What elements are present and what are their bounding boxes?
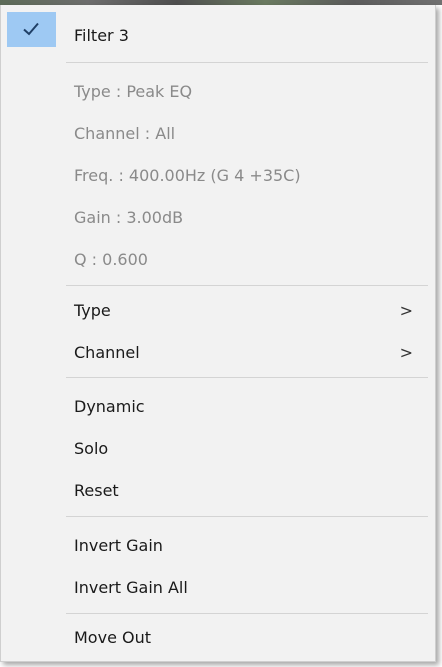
- menu-item-channel[interactable]: Channel >: [1, 334, 435, 372]
- menu-item-move-out[interactable]: Move Out: [1, 619, 435, 657]
- menu-item-label: Move Out: [74, 628, 151, 647]
- menu-item-label: Reset: [74, 481, 119, 500]
- check-highlight: [7, 12, 56, 47]
- menu-item-reset[interactable]: Reset: [1, 472, 435, 510]
- info-channel: Channel : All: [1, 115, 435, 153]
- context-menu: Filter 3 Type : Peak EQ Channel : All Fr…: [0, 5, 436, 662]
- chevron-right-icon: >: [399, 343, 413, 362]
- menu-item-solo[interactable]: Solo: [1, 430, 435, 468]
- info-type-label: Type : Peak EQ: [74, 82, 193, 101]
- info-gain: Gain : 3.00dB: [1, 199, 435, 237]
- info-freq-label: Freq. : 400.00Hz (G 4 +35C): [74, 166, 301, 185]
- separator: [66, 62, 428, 63]
- menu-item-label: Type: [74, 301, 111, 320]
- menu-item-label: Dynamic: [74, 397, 145, 416]
- menu-item-label: Channel: [74, 343, 140, 362]
- menu-item-label: Invert Gain: [74, 536, 163, 555]
- separator: [66, 285, 428, 286]
- info-q: Q : 0.600: [1, 241, 435, 279]
- menu-item-filter-3[interactable]: Filter 3: [1, 12, 435, 55]
- menu-item-invert-gain[interactable]: Invert Gain: [1, 527, 435, 565]
- menu-item-label: Filter 3: [74, 26, 129, 45]
- chevron-right-icon: >: [399, 301, 413, 320]
- info-freq: Freq. : 400.00Hz (G 4 +35C): [1, 157, 435, 195]
- info-channel-label: Channel : All: [74, 124, 176, 143]
- separator: [66, 516, 428, 517]
- info-gain-label: Gain : 3.00dB: [74, 208, 184, 227]
- menu-item-label: Invert Gain All: [74, 578, 188, 597]
- menu-item-invert-gain-all[interactable]: Invert Gain All: [1, 569, 435, 607]
- separator: [66, 377, 428, 378]
- separator: [66, 613, 428, 614]
- info-q-label: Q : 0.600: [74, 250, 148, 269]
- info-type: Type : Peak EQ: [1, 73, 435, 111]
- menu-item-dynamic[interactable]: Dynamic: [1, 388, 435, 426]
- check-icon: [23, 22, 39, 36]
- menu-item-type[interactable]: Type >: [1, 292, 435, 330]
- menu-item-label: Solo: [74, 439, 109, 458]
